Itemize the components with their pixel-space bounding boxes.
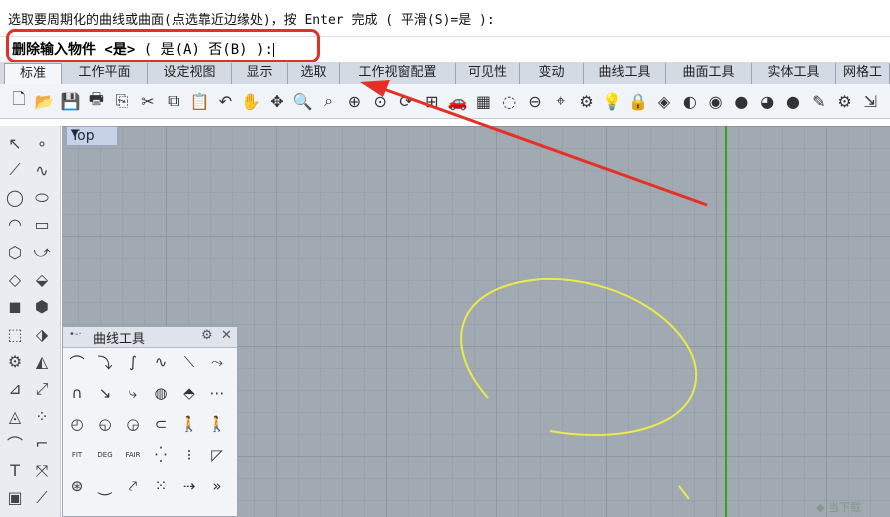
annotation-arrow-line [377, 85, 708, 207]
annotation-overlay [360, 80, 708, 207]
annotation-arrow-head [360, 80, 390, 97]
